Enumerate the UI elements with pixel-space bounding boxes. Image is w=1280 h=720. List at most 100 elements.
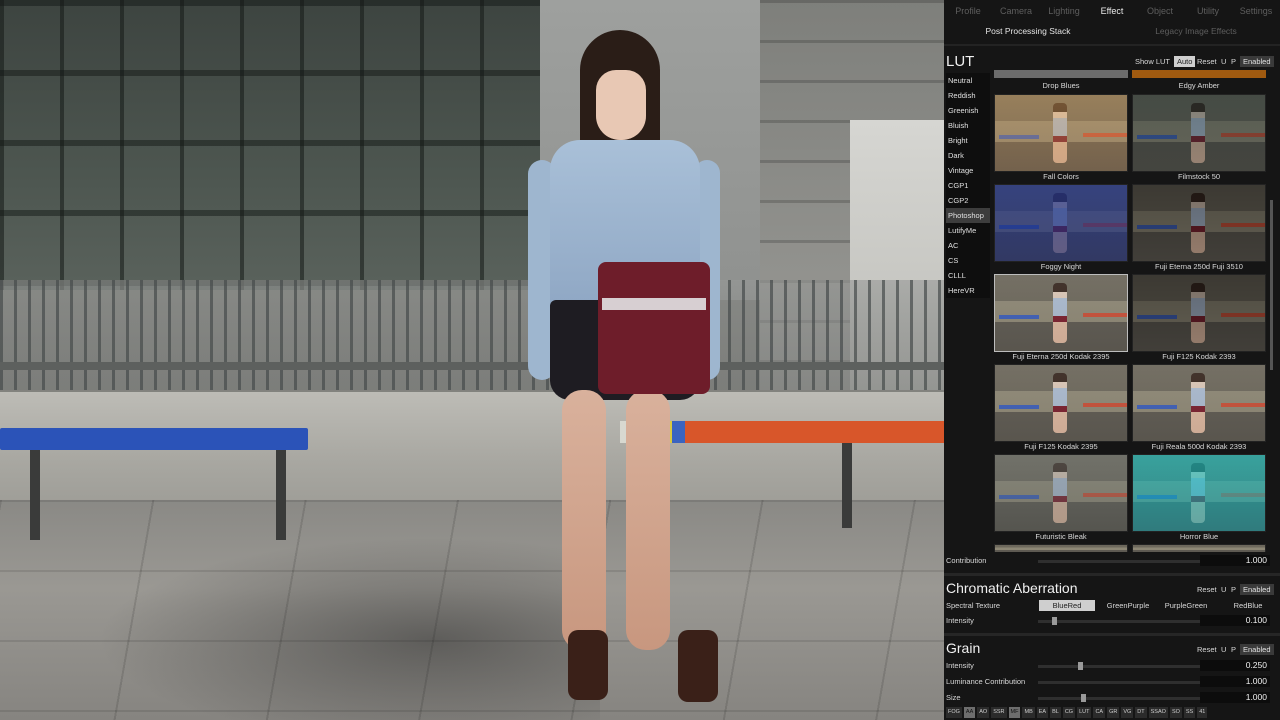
ca-intensity-slider-knob[interactable] bbox=[1052, 617, 1057, 625]
lut-category-item[interactable]: CLLL bbox=[946, 268, 990, 283]
grain-size-value[interactable]: 1.000 bbox=[1200, 692, 1270, 703]
lut-thumb-label: Drop Blues bbox=[1042, 81, 1080, 90]
ca-intensity-slider[interactable] bbox=[1038, 620, 1208, 623]
ca-reset-button[interactable]: Reset bbox=[1194, 584, 1220, 595]
lut-thumbnail[interactable] bbox=[994, 184, 1128, 262]
grain-p-button[interactable]: P bbox=[1228, 644, 1239, 655]
lut-thumb-label: Fuji F125 Kodak 2395 bbox=[1024, 442, 1098, 451]
effect-toggle-cg[interactable]: CG bbox=[1062, 707, 1076, 718]
spectral-option-bluered[interactable]: BlueRed bbox=[1039, 600, 1095, 611]
luminance-contribution-slider[interactable] bbox=[1038, 681, 1208, 684]
lut-category-item[interactable]: AC bbox=[946, 238, 990, 253]
lut-category-item[interactable]: Neutral bbox=[946, 73, 990, 88]
effect-toggle-ss[interactable]: SS bbox=[1183, 707, 1196, 718]
spectral-option-redblue[interactable]: RedBlue bbox=[1220, 600, 1276, 611]
effect-toggle-dt[interactable]: DT bbox=[1135, 707, 1147, 718]
lut-category-item-active[interactable]: Photoshop bbox=[946, 208, 990, 223]
lut-category-item[interactable]: Vintage bbox=[946, 163, 990, 178]
contribution-slider[interactable] bbox=[1038, 560, 1208, 563]
effect-toggle-vg[interactable]: VG bbox=[1121, 707, 1134, 718]
lut-thumb-partial[interactable] bbox=[994, 544, 1128, 552]
lut-category-item[interactable]: CGP1 bbox=[946, 178, 990, 193]
effect-toggle-ssr[interactable]: SSR bbox=[991, 707, 1007, 718]
grain-size-slider-knob[interactable] bbox=[1080, 694, 1086, 702]
effect-toggle-fog[interactable]: FOG bbox=[946, 707, 962, 718]
lut-thumb-label: Fuji Eterna 250d Kodak 2395 bbox=[1012, 352, 1110, 361]
lut-thumbnail[interactable] bbox=[1132, 454, 1266, 532]
lut-category-item[interactable]: Reddish bbox=[946, 88, 990, 103]
effect-toggle-so[interactable]: SO bbox=[1169, 707, 1182, 718]
lut-thumbnail-grid: Drop Blues Edgy Amber Fall Colors Filmsto… bbox=[994, 70, 1266, 552]
tab-lighting[interactable]: Lighting bbox=[1040, 0, 1088, 22]
luminance-contribution-value[interactable]: 1.000 bbox=[1200, 676, 1270, 687]
show-lut-button[interactable]: Show LUT bbox=[1132, 56, 1173, 67]
grain-enabled-toggle[interactable]: Enabled bbox=[1240, 644, 1274, 655]
ca-p-button[interactable]: P bbox=[1228, 584, 1239, 595]
grain-intensity-slider[interactable] bbox=[1038, 665, 1208, 668]
tab-utility[interactable]: Utility bbox=[1184, 0, 1232, 22]
lut-category-item[interactable]: HereVR bbox=[946, 283, 990, 298]
effect-toggle-mb[interactable]: MB bbox=[1022, 707, 1035, 718]
effect-toggle-bar: FOG AA AO SSR MF MB EA BL CG LUT CA GR VG DT SSAO SO SS 4… bbox=[944, 705, 1280, 720]
lut-thumb-label: Horror Blue bbox=[1179, 532, 1219, 541]
tab-profile[interactable]: Profile bbox=[944, 0, 992, 22]
ca-enabled-toggle[interactable]: Enabled bbox=[1240, 584, 1274, 595]
effect-toggle-lut[interactable]: LUT bbox=[1077, 707, 1092, 718]
lut-thumbnail[interactable] bbox=[994, 94, 1128, 172]
lut-thumbnail[interactable] bbox=[994, 454, 1128, 532]
lut-thumb-partial[interactable] bbox=[1132, 70, 1266, 78]
lut-thumb-label: Foggy Night bbox=[1040, 262, 1082, 271]
lut-category-item[interactable]: LutifyMe bbox=[946, 223, 990, 238]
lut-title: LUT bbox=[946, 53, 975, 70]
effect-toggle-aa[interactable]: AA bbox=[963, 707, 976, 718]
grain-intensity-value[interactable]: 0.250 bbox=[1200, 660, 1270, 671]
spectral-option-purplegreen[interactable]: PurpleGreen bbox=[1158, 600, 1214, 611]
auto-toggle[interactable]: Auto bbox=[1174, 56, 1196, 67]
tab-camera[interactable]: Camera bbox=[992, 0, 1040, 22]
ca-intensity-value[interactable]: 0.100 bbox=[1200, 615, 1270, 626]
lut-category-item[interactable]: Bright bbox=[946, 133, 990, 148]
lut-category-item[interactable]: CGP2 bbox=[946, 193, 990, 208]
lut-category-item[interactable]: Bluish bbox=[946, 118, 990, 133]
grain-intensity-slider-knob[interactable] bbox=[1077, 662, 1083, 670]
lut-thumb-label: Fuji Reala 500d Kodak 2393 bbox=[1151, 442, 1247, 451]
effect-toggle-mf[interactable]: MF bbox=[1008, 707, 1021, 718]
tab-settings[interactable]: Settings bbox=[1232, 0, 1280, 22]
lut-category-list: Neutral Reddish Greenish Bluish Bright D… bbox=[946, 73, 990, 298]
lut-thumb-partial[interactable] bbox=[1132, 544, 1266, 552]
contribution-label: Contribution bbox=[946, 556, 987, 565]
lut-category-item[interactable]: Dark bbox=[946, 148, 990, 163]
contribution-value[interactable]: 1.000 bbox=[1200, 555, 1270, 566]
grain-title: Grain bbox=[946, 640, 981, 656]
tab-post-processing-stack[interactable]: Post Processing Stack bbox=[944, 22, 1112, 40]
tab-object[interactable]: Object bbox=[1136, 0, 1184, 22]
grain-reset-button[interactable]: Reset bbox=[1194, 644, 1220, 655]
scene-viewport[interactable] bbox=[0, 0, 944, 720]
grain-intensity-label: Intensity bbox=[946, 661, 974, 670]
effect-toggle-ca[interactable]: CA bbox=[1093, 707, 1106, 718]
lut-thumbnail[interactable] bbox=[1132, 184, 1266, 262]
effect-toggle-ao[interactable]: AO bbox=[977, 707, 990, 718]
effect-toggle-ea[interactable]: EA bbox=[1036, 707, 1049, 718]
tab-effect[interactable]: Effect bbox=[1088, 0, 1136, 22]
lut-thumbnail[interactable] bbox=[1132, 94, 1266, 172]
lut-reset-button[interactable]: Reset bbox=[1194, 56, 1220, 67]
lut-category-item[interactable]: CS bbox=[946, 253, 990, 268]
lut-thumbnail[interactable] bbox=[994, 274, 1128, 352]
effect-toggle-gr[interactable]: GR bbox=[1107, 707, 1120, 718]
lut-thumbnail[interactable] bbox=[994, 364, 1128, 442]
lut-thumbnail[interactable] bbox=[1132, 364, 1266, 442]
grain-size-slider[interactable] bbox=[1038, 697, 1208, 700]
lut-scrollbar[interactable] bbox=[1270, 200, 1273, 370]
lut-enabled-toggle[interactable]: Enabled bbox=[1240, 56, 1274, 67]
effect-toggle-41[interactable]: 41 bbox=[1197, 707, 1208, 718]
lut-p-button[interactable]: P bbox=[1228, 56, 1239, 67]
tab-legacy-image-effects[interactable]: Legacy Image Effects bbox=[1112, 22, 1280, 40]
lut-thumbnail[interactable] bbox=[1132, 274, 1266, 352]
spectral-option-greenpurple[interactable]: GreenPurple bbox=[1100, 600, 1156, 611]
lut-category-item[interactable]: Greenish bbox=[946, 103, 990, 118]
lut-thumb-partial[interactable] bbox=[994, 70, 1128, 78]
effect-toggle-ssao[interactable]: SSAO bbox=[1148, 707, 1168, 718]
effect-toggle-bl[interactable]: BL bbox=[1050, 707, 1061, 718]
effects-panel: Profile Camera Lighting Effect Object Ut… bbox=[944, 0, 1280, 720]
